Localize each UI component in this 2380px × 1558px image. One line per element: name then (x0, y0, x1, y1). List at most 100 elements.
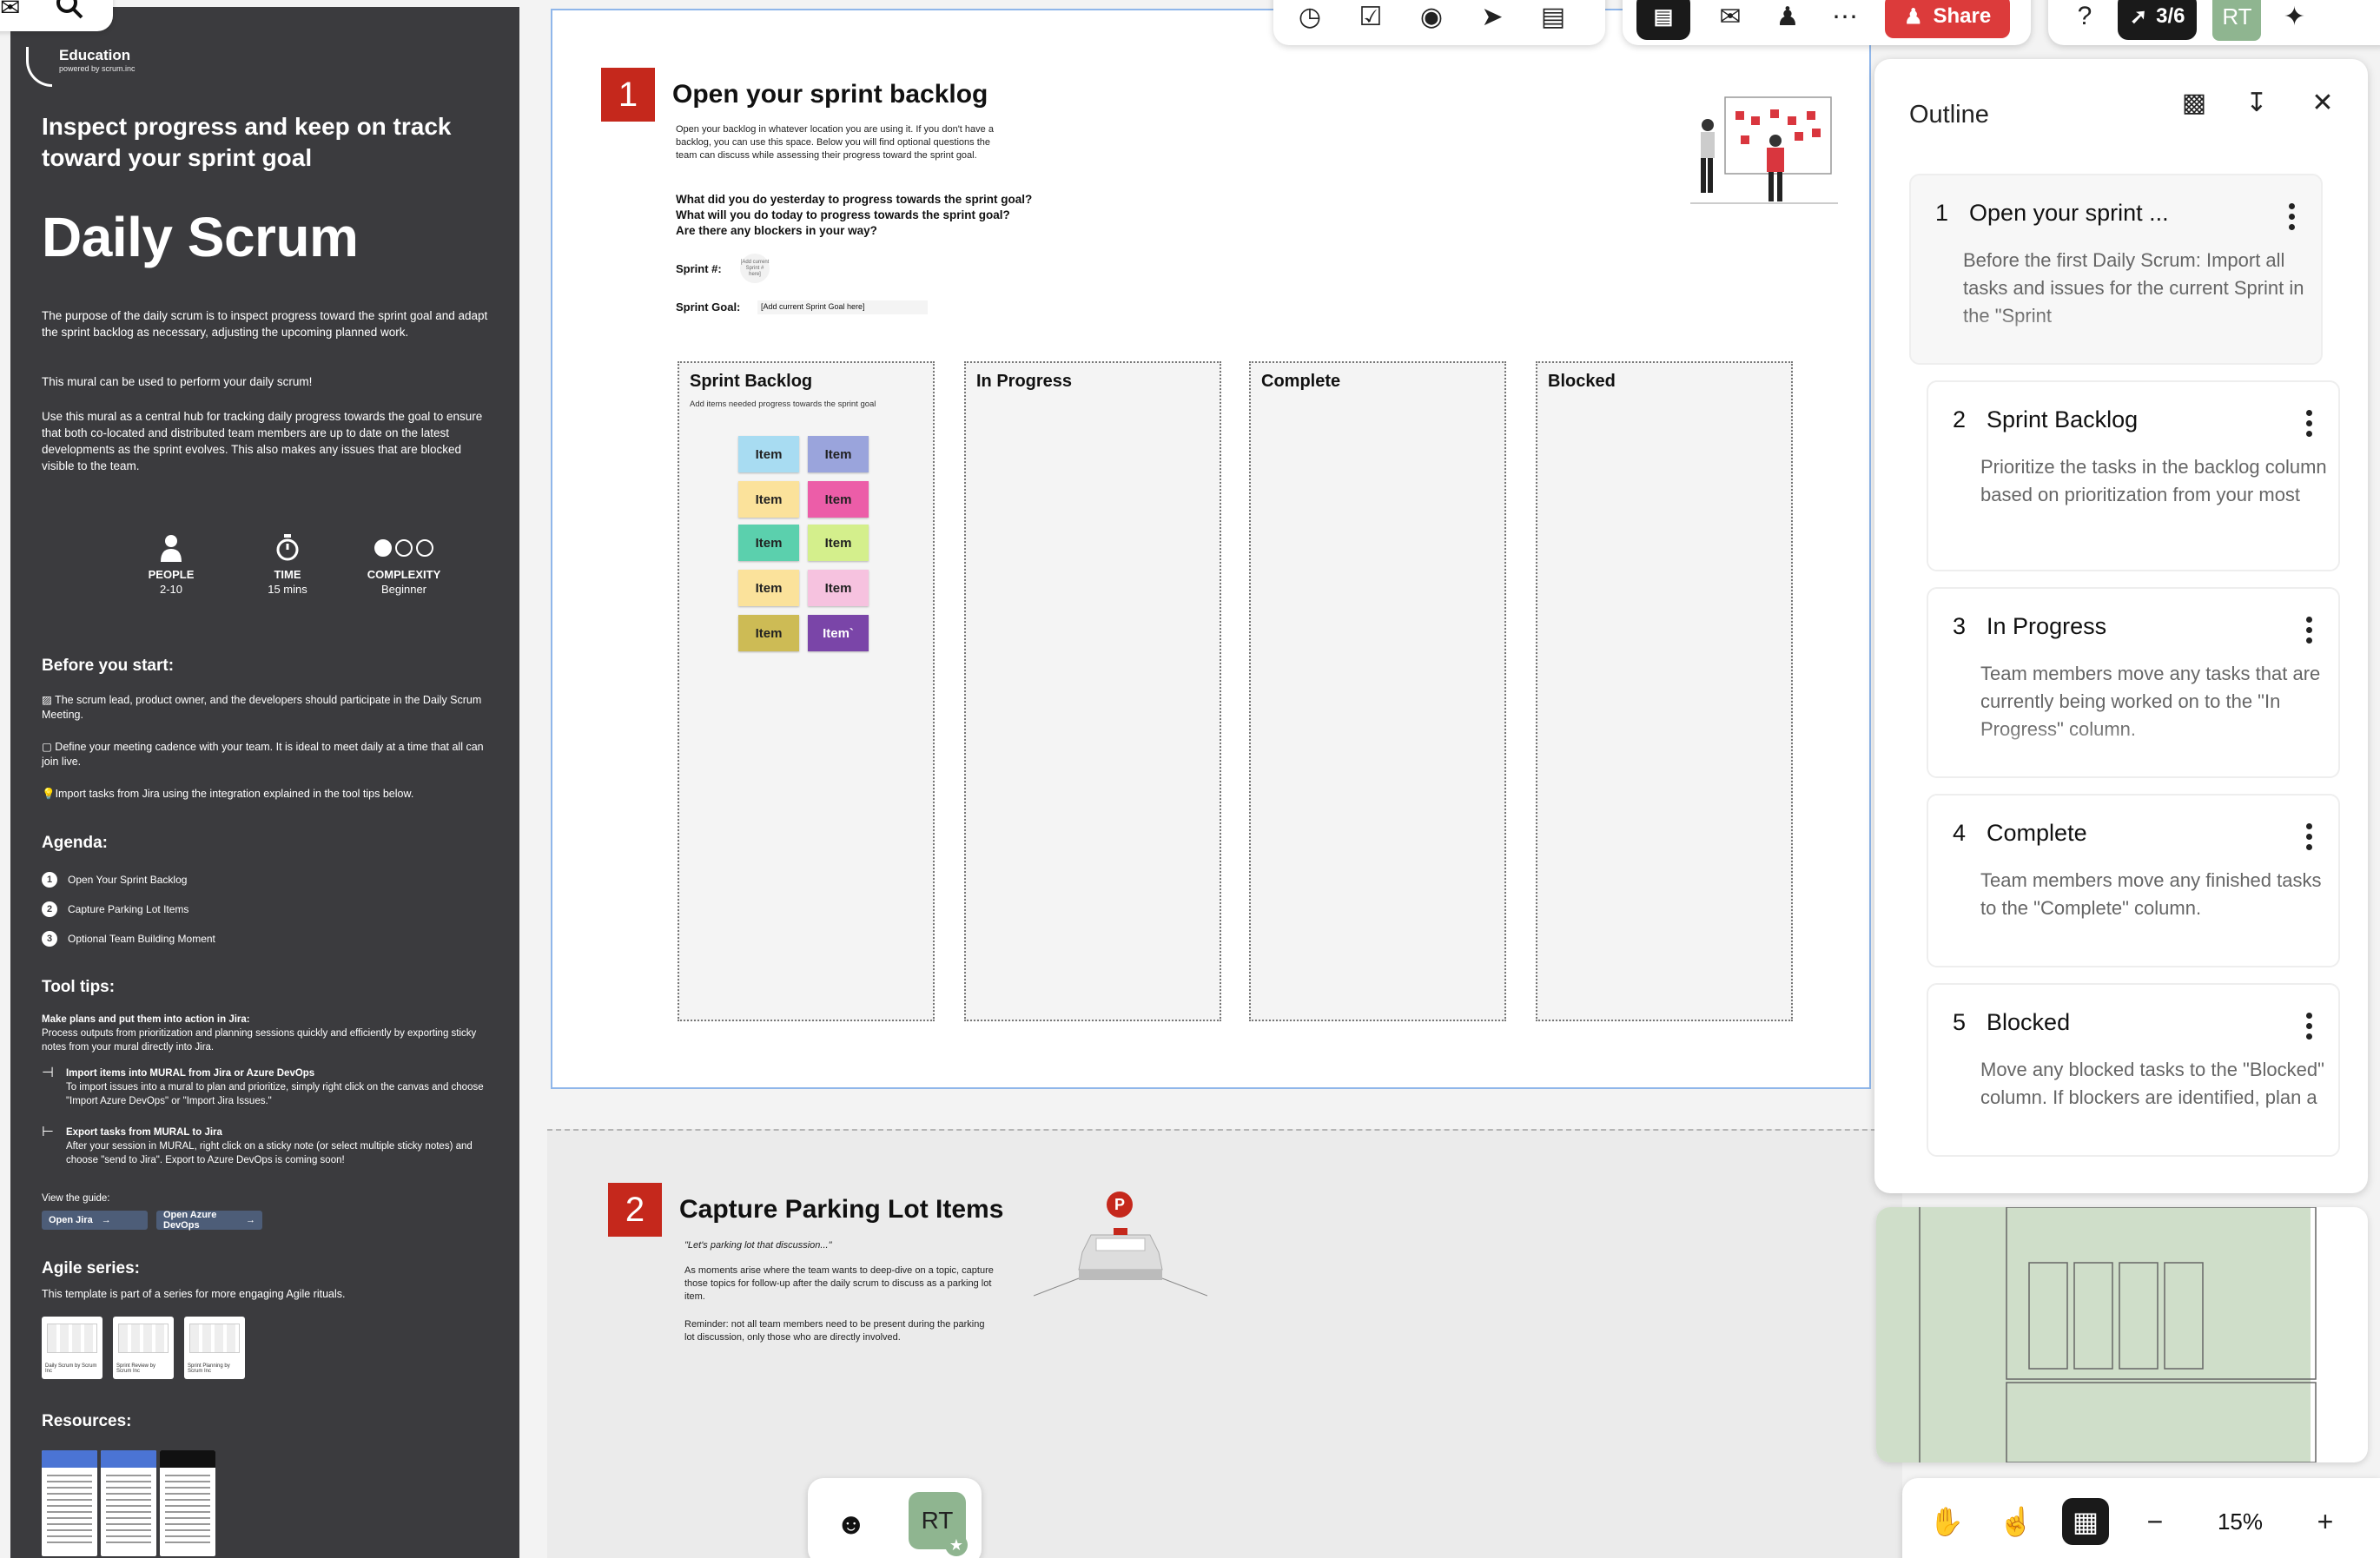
agile-thumb[interactable]: Sprint Review by Scrum Inc (113, 1317, 174, 1379)
hand-pan-icon[interactable]: ✋ (1923, 1498, 1970, 1545)
template-info-panel: Education powered by scrum.inc Inspect p… (10, 7, 519, 1558)
sticky-note[interactable]: Item (738, 436, 799, 472)
glasses-icon[interactable]: ◉ (1414, 0, 1449, 34)
kebab-menu-icon[interactable] (2306, 410, 2312, 437)
sprint-number-input[interactable]: [Add current Sprint # here] (740, 254, 770, 283)
search-icon[interactable] (55, 0, 84, 24)
logo-swirl-icon (26, 47, 52, 87)
question: Are there any blockers in your way? (676, 224, 877, 237)
ai-sparkle-icon[interactable]: ✦ (2277, 0, 2311, 34)
checkbox-icon[interactable]: ☑ (1353, 0, 1388, 34)
mail-icon[interactable]: ✉ (0, 0, 20, 22)
user-icon[interactable]: ♟ (1770, 0, 1805, 34)
touch-icon[interactable]: ☝ (1993, 1498, 2040, 1545)
sticky-note[interactable]: Item (738, 570, 799, 606)
outline-title: Outline (1909, 101, 1989, 129)
complexity-dots-icon (374, 533, 433, 563)
agile-thumb[interactable]: Daily Scrum by Scrum Inc (42, 1317, 102, 1379)
comment-icon[interactable]: ✉ (1713, 0, 1748, 34)
kebab-menu-icon[interactable] (2306, 617, 2312, 644)
column-complete[interactable]: Complete (1249, 361, 1506, 1021)
column-in-progress[interactable]: In Progress (964, 361, 1221, 1021)
agenda-number: 3 (42, 931, 57, 947)
sticky-note[interactable]: Item (808, 570, 869, 606)
tip-export: ⊢ Export tasks from MURAL to Jira After y… (42, 1126, 493, 1167)
before-item: ▨ The scrum lead, product owner, and the… (42, 693, 493, 723)
sprint-goal-label: Sprint Goal: (676, 300, 741, 314)
agenda-label: Open Your Sprint Backlog (68, 874, 188, 886)
mural-canvas[interactable]: Education powered by scrum.inc Inspect p… (0, 0, 2380, 1558)
thumb-caption: Sprint Review by Scrum Inc (116, 1363, 156, 1374)
stat-label: TIME (274, 568, 301, 581)
import-body: To import issues into a mural to plan an… (65, 1082, 484, 1106)
top-left-toolbar: ✉ (0, 0, 113, 31)
export-icon: ⊢ (42, 1125, 54, 1139)
resource-thumb[interactable] (160, 1450, 215, 1556)
outline-item[interactable]: 1 Open your sprint ... Before the first D… (1909, 174, 2323, 365)
cursor-icon[interactable]: ➤ (1475, 0, 1510, 34)
agile-thumb[interactable]: Sprint Planning by Scrum Inc (184, 1317, 245, 1379)
sticky-note[interactable]: Item (738, 525, 799, 561)
present-icon[interactable]: ▩ (2175, 83, 2213, 122)
tooltips-heading: Tool tips: (42, 978, 116, 996)
column-title: In Progress (976, 372, 1073, 391)
import-title: Import items into MURAL from Jira or Azu… (65, 1068, 315, 1079)
sticky-note[interactable]: Item (808, 525, 869, 561)
sticky-note[interactable]: Item (738, 481, 799, 518)
user-avatar[interactable]: RT (2212, 0, 2262, 41)
arrow-right-icon: → (101, 1215, 111, 1225)
zoom-out-icon[interactable]: − (2132, 1498, 2178, 1545)
facilitator-icon[interactable]: ▤ (1636, 0, 1690, 40)
progress-button[interactable]: ➚ 3/6 (2118, 0, 2198, 40)
section-open-backlog[interactable]: 1 Open your sprint backlog Open your bac… (551, 9, 1871, 1089)
column-sprint-backlog[interactable]: Sprint Backlog Add items needed progress… (678, 361, 935, 1021)
column-blocked[interactable]: Blocked (1536, 361, 1793, 1021)
agenda-number: 1 (42, 872, 57, 888)
section-parking-lot[interactable]: 2 Capture Parking Lot Items "Let's parki… (547, 1129, 1902, 1558)
minimap[interactable] (1876, 1207, 2368, 1462)
parking-car-illustration (1034, 1228, 1207, 1297)
timer-icon[interactable]: ◷ (1292, 0, 1327, 34)
agenda-item[interactable]: 2 Capture Parking Lot Items (42, 901, 188, 917)
share-button[interactable]: ♟ Share (1885, 0, 2011, 38)
agenda-item[interactable]: 1 Open Your Sprint Backlog (42, 872, 187, 888)
outline-item-number: 2 (1953, 406, 1967, 432)
resource-thumb[interactable] (42, 1450, 97, 1556)
map-view-icon[interactable]: ▦ (2062, 1498, 2109, 1545)
section-title: Open your sprint backlog (672, 80, 988, 109)
kebab-menu-icon[interactable] (2306, 1013, 2312, 1040)
close-icon[interactable]: ✕ (2304, 83, 2342, 122)
hub-text: Use this mural as a central hub for trac… (42, 410, 483, 472)
kebab-menu-icon[interactable] (2289, 203, 2295, 230)
more-icon[interactable]: ⋯ (1828, 0, 1862, 34)
before-item-text: Import tasks from Jira using the integra… (55, 788, 414, 800)
archive-icon[interactable]: ▤ (1536, 0, 1570, 34)
agenda-item[interactable]: 3 Optional Team Building Moment (42, 931, 215, 947)
panel-title: Daily Scrum (42, 206, 359, 268)
outline-item[interactable]: 3 In Progress Team members move any tasks… (1927, 587, 2340, 778)
outline-item[interactable]: 2 Sprint Backlog Prioritize the tasks in … (1927, 380, 2340, 571)
sprint-goal-input[interactable]: [Add current Sprint Goal here] (757, 300, 928, 314)
sticky-note[interactable]: Item` (808, 615, 869, 651)
section-body: As moments arise where the team wants to… (684, 1265, 994, 1302)
outline-item[interactable]: 5 Blocked Move any blocked tasks to the "… (1927, 983, 2340, 1157)
sticky-note[interactable]: Item (808, 481, 869, 518)
download-icon[interactable]: ↧ (2238, 83, 2276, 122)
agenda-label: Optional Team Building Moment (68, 933, 215, 945)
kebab-menu-icon[interactable] (2306, 823, 2312, 850)
sticky-note[interactable]: Item (808, 436, 869, 472)
smiley-icon[interactable]: ☻ (836, 1508, 867, 1541)
question: What did you do yesterday to progress to… (676, 193, 1033, 206)
help-icon[interactable]: ? (2067, 0, 2102, 34)
open-azure-button[interactable]: Open Azure DevOps → (156, 1210, 262, 1231)
lightbulb-icon: 💡 (42, 788, 56, 800)
section-title: Capture Parking Lot Items (679, 1195, 1004, 1224)
open-jira-button[interactable]: Open Jira → (42, 1211, 148, 1230)
zoom-in-icon[interactable]: + (2302, 1498, 2349, 1545)
account-toolbar: ? ➚ 3/6 RT ✦ (2048, 0, 2380, 45)
sticky-note[interactable]: Item (738, 615, 799, 651)
outline-item[interactable]: 4 Complete Team members move any finished… (1927, 794, 2340, 967)
template-stats: PEOPLE 2-10 TIME 15 mins COMPLEXITY Begi… (132, 533, 443, 596)
resource-thumb[interactable] (101, 1450, 156, 1556)
panel-subtitle: Inspect progress and keep on track towar… (42, 113, 452, 171)
